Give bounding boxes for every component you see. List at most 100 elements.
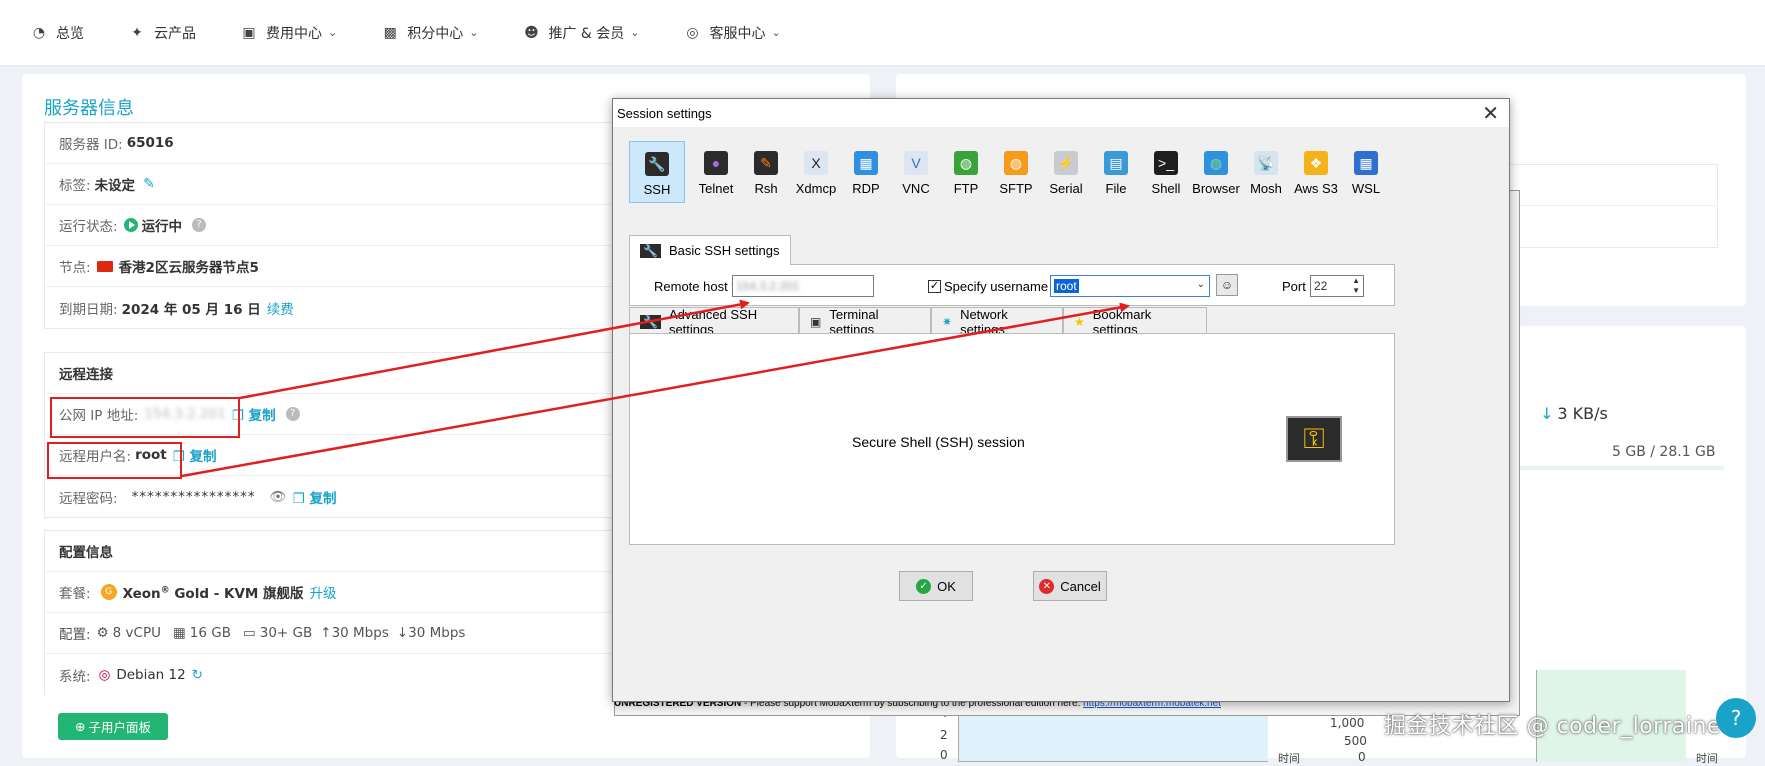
sub-user-label: 子用户面板 xyxy=(88,720,151,735)
nav-item-2[interactable]: ▣ 费用中心 ⌄ xyxy=(240,23,337,43)
watermark: 掘金技术社区 @ coder_lorraine xyxy=(1384,714,1721,739)
speed-readout: ↓ 3 KB/s xyxy=(1540,404,1608,423)
renew-link[interactable]: 续费 xyxy=(267,298,294,318)
play-status-icon xyxy=(123,218,138,232)
tab-label: Terminal settings xyxy=(829,306,879,337)
users-icon: ☻ xyxy=(524,24,539,41)
tab-basic-ssh-settings[interactable]: 🔧 Basic SSH settings xyxy=(629,235,791,265)
tag-value: 未设定 xyxy=(94,178,136,194)
password-value: **************** xyxy=(131,488,256,505)
specify-username-checkbox[interactable]: ✓ Specify username xyxy=(928,279,1048,294)
support-chat-icon[interactable]: ? xyxy=(1716,698,1756,738)
rdp-icon: ▦ xyxy=(854,151,878,175)
ram-value: 16 GB xyxy=(189,625,231,641)
chevron-down-icon: ⌄ xyxy=(771,26,781,39)
close-icon[interactable]: ✕ xyxy=(1482,101,1499,126)
server-id-value: 65016 xyxy=(126,135,174,151)
upgrade-link[interactable]: 升级 xyxy=(310,582,337,602)
protocol-sftp[interactable]: ◍ SFTP xyxy=(991,141,1041,203)
star-icon: ★ xyxy=(1074,314,1085,329)
protocol-label: SSH xyxy=(643,182,671,197)
protocol-file[interactable]: ▤ File xyxy=(1091,141,1141,203)
protocol-browser[interactable]: ◍ Browser xyxy=(1191,141,1241,203)
protocol-vnc[interactable]: V VNC xyxy=(891,141,941,203)
tab-terminal-settings[interactable]: ▣ Terminal settings xyxy=(799,306,931,337)
ssh-key-icon: 🔧 xyxy=(640,243,661,258)
protocol-label: Xdmcp xyxy=(795,181,837,196)
protocol-mosh[interactable]: 📡 Mosh xyxy=(1241,141,1291,203)
nav-item-5[interactable]: ◎ 客服中心 ⌄ xyxy=(683,23,780,43)
session-description-panel: Secure Shell (SSH) session ⚿ xyxy=(629,333,1395,545)
plan-logo-icon: G xyxy=(100,584,117,600)
y-tick: 2 xyxy=(940,728,948,742)
protocol-aws-s3[interactable]: ❖ Aws S3 xyxy=(1291,141,1341,203)
reinstall-icon[interactable]: ↻ xyxy=(192,667,203,683)
vnc-icon: V xyxy=(904,151,928,175)
protocol-telnet[interactable]: ● Telnet xyxy=(691,141,741,203)
nav-item-label: 推广 & 会员 xyxy=(548,25,625,42)
protocol-shell[interactable]: >_ Shell xyxy=(1141,141,1191,203)
rsh-icon: ✎ xyxy=(754,151,778,175)
memory-readout: 5 GB / 28.1 GB xyxy=(1612,444,1716,460)
tag-label: 标签: xyxy=(59,178,91,194)
tab-advanced-ssh-settings[interactable]: 🔧 Advanced SSH settings xyxy=(629,307,799,337)
help-icon[interactable]: ? xyxy=(192,218,207,232)
edit-icon[interactable]: ✎ xyxy=(143,176,155,192)
nav-item-4[interactable]: ☻ 推广 & 会员 ⌄ xyxy=(522,23,639,43)
dialog-title: Session settings xyxy=(617,105,712,121)
node-value: 香港2区云服务器节点5 xyxy=(118,260,259,276)
protocol-rsh[interactable]: ✎ Rsh xyxy=(741,141,791,203)
y2-tick: 1,000 xyxy=(1330,716,1365,730)
protocol-wsl[interactable]: ▦ WSL xyxy=(1341,141,1391,203)
protocol-label: Serial xyxy=(1049,181,1083,196)
username-combobox[interactable]: root ⌄ xyxy=(1050,275,1210,297)
protocol-label: VNC xyxy=(902,181,930,196)
eye-icon[interactable]: 👁 xyxy=(270,489,287,505)
ok-button[interactable]: ✓ OK xyxy=(899,571,973,601)
copy-password-button[interactable]: ❐ 复制 xyxy=(293,487,337,507)
sub-user-panel-button[interactable]: ⊕ 子用户面板 xyxy=(58,713,168,740)
chevron-down-icon[interactable]: ⌄ xyxy=(1197,279,1205,290)
disk-icon: ▭ xyxy=(242,625,256,641)
ssh-key-icon: 🔧 xyxy=(640,314,661,329)
protocol-ftp[interactable]: ◍ FTP xyxy=(941,141,991,203)
tab-network-settings[interactable]: ✷ Network settings xyxy=(931,307,1063,337)
port-spinner[interactable]: 22 ▲ ▼ xyxy=(1310,275,1364,297)
spinner-arrows-icon[interactable]: ▲ ▼ xyxy=(1352,276,1360,296)
x-axis-label: 时间 xyxy=(1278,752,1300,765)
port-value: 22 xyxy=(1314,279,1328,293)
protocol-ssh[interactable]: 🔧 SSH xyxy=(629,141,685,203)
protocol-rdp[interactable]: ▦ RDP xyxy=(841,141,891,203)
ssh-key-icon: 🔧 xyxy=(645,152,669,176)
cubes-icon: ✦ xyxy=(131,24,143,41)
expire-label: 到期日期: xyxy=(59,301,118,318)
sftp-icon: ◍ xyxy=(1004,151,1028,175)
upload-arrow-icon: ↑ xyxy=(320,625,332,641)
protocol-label: RDP xyxy=(852,181,880,196)
upload-value: 30 Mbps xyxy=(331,625,389,641)
protocol-serial[interactable]: ⚡ Serial xyxy=(1041,141,1091,203)
protocol-label: Mosh xyxy=(1250,181,1282,196)
copy-label: 复制 xyxy=(189,449,217,465)
protocol-xdmcp[interactable]: X Xdmcp xyxy=(791,141,841,203)
money-icon: ▣ xyxy=(242,24,256,41)
nav-item-0[interactable]: ◔ 总览 xyxy=(30,23,84,43)
serial-plug-icon: ⚡ xyxy=(1054,151,1078,175)
tab-bookmark-settings[interactable]: ★ Bookmark settings xyxy=(1063,307,1207,337)
aws-s3-icon: ❖ xyxy=(1304,151,1328,175)
server-info-title: 服务器信息 xyxy=(44,98,134,119)
chevron-down-icon: ⌄ xyxy=(469,26,479,39)
user-manager-button[interactable]: ☺ xyxy=(1216,274,1238,296)
nav-item-1[interactable]: ✦ 云产品 xyxy=(128,23,196,43)
cancel-button[interactable]: ✕ Cancel xyxy=(1033,571,1107,601)
x-axis-label: 时间 xyxy=(1696,752,1718,765)
remote-host-input[interactable]: 154.3.2.201 xyxy=(732,275,874,297)
basic-tab-label: Basic SSH settings xyxy=(668,243,780,258)
os-value: Debian 12 xyxy=(116,666,186,683)
nav-item-3[interactable]: ▩ 积分中心 ⌄ xyxy=(381,23,479,43)
cpu-icon: ⚙ xyxy=(96,625,109,641)
telnet-icon: ● xyxy=(704,151,728,175)
help-icon[interactable]: ? xyxy=(285,407,300,421)
sub-user-icon: ⊕ xyxy=(75,719,86,734)
down-arrow-icon: ↓ xyxy=(1540,404,1554,423)
